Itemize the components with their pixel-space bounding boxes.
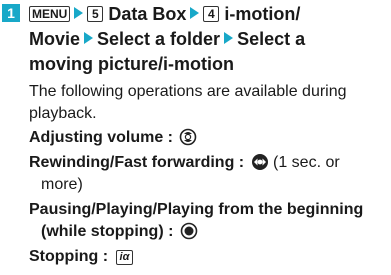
i-motion-label: i-motion/ (224, 4, 301, 24)
key-4: 4 (203, 6, 220, 22)
separator: : (98, 248, 113, 265)
select-a-label: Select a (237, 29, 306, 49)
separator: : (234, 154, 249, 171)
operation-volume: Adjusting volume : (29, 127, 391, 149)
center-key-icon (180, 222, 198, 240)
up-down-navigation-icon (180, 128, 197, 146)
instruction-line-2: Movie Select a folder Select a (29, 27, 389, 52)
intro-text: The following operations are available d… (29, 81, 389, 125)
intro-line-1: The following operations are available d… (29, 83, 347, 100)
intro-line-2: playback. (29, 105, 97, 122)
key-5: 5 (87, 6, 104, 22)
instruction-line-1: MENU 5 Data Box 4 i-motion/ (29, 2, 389, 27)
separator: : (163, 129, 178, 146)
operation-note-continued: more) (41, 176, 83, 193)
menu-key: MENU (29, 6, 71, 22)
arrow-icon (190, 7, 200, 19)
operations-list: Adjusting volume : Rewinding/Fast forwar… (29, 127, 391, 268)
operation-rewind-forward: Rewinding/Fast forwarding : (1 sec. or (29, 152, 391, 174)
left-right-navigation-icon (251, 154, 268, 170)
data-box-label: Data Box (108, 4, 187, 24)
operation-stop: Stopping : iα (29, 246, 391, 268)
separator: : (163, 223, 178, 240)
operation-label: Adjusting volume (29, 129, 164, 146)
movie-label: Movie (29, 29, 81, 49)
operation-label: Stopping (29, 248, 99, 265)
step-number-badge: 1 (2, 4, 20, 22)
select-folder-label: Select a folder (97, 29, 221, 49)
operation-pause-play-line-2: (while stopping) : (29, 221, 391, 243)
arrow-icon (84, 32, 94, 44)
i-alpha-key-icon: iα (115, 250, 134, 265)
operation-pause-play: Pausing/Playing/Playing from the beginni… (29, 199, 391, 221)
operation-label: Pausing/Playing/Playing from the beginni… (29, 201, 364, 218)
operation-label: Rewinding/Fast forwarding (29, 154, 235, 171)
step-instruction: MENU 5 Data Box 4 i-motion/ Movie Select a … (29, 2, 389, 77)
operation-label-continued: (while stopping) (41, 223, 164, 240)
instruction-line-3: moving picture/i-motion (29, 54, 234, 74)
operation-note: (1 sec. or (268, 154, 340, 171)
arrow-icon (74, 7, 84, 19)
arrow-icon (224, 32, 234, 44)
